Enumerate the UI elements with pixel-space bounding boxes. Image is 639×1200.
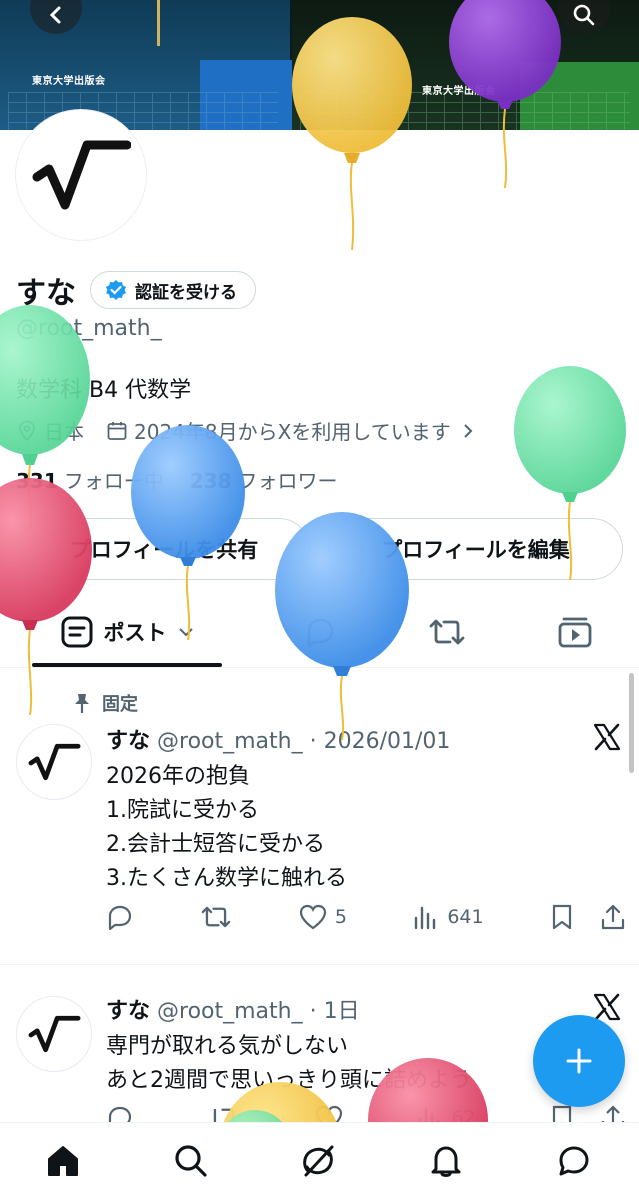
views-button[interactable]: 641 — [413, 904, 484, 930]
banner-decoration — [157, 0, 160, 46]
followers-label: フォロワー — [237, 469, 338, 493]
post-header: すな @root_math_ · 1日 — [106, 993, 360, 1025]
bell-icon — [431, 1146, 461, 1177]
heart-icon — [299, 904, 326, 930]
pinned-label: 固定 — [102, 694, 138, 715]
plus-icon — [566, 1048, 592, 1074]
calendar-icon — [107, 421, 127, 440]
reply-icon — [108, 905, 132, 931]
grok-icon — [303, 1145, 334, 1177]
repost-icon — [429, 619, 465, 645]
nav-messages[interactable] — [554, 1141, 594, 1181]
sqrt-logo-icon — [32, 140, 131, 210]
profile-meta: 日本 2024年8月からXを利用しています — [16, 416, 477, 445]
verified-badge-icon — [106, 280, 126, 300]
banner-publisher-right: 東京大学出版会 — [422, 86, 496, 97]
bottom-navigation — [0, 1122, 639, 1200]
reply-bubble-icon — [307, 618, 334, 648]
chevron-down-icon — [178, 628, 193, 637]
profile-handle: @root_math_ — [16, 316, 162, 341]
banner-publisher-left: 東京大学出版会 — [32, 76, 106, 87]
media-tab-icon — [558, 617, 592, 648]
get-verified-label: 認証を受ける — [135, 282, 237, 303]
sqrt-logo-icon — [28, 1015, 81, 1053]
tab-replies[interactable] — [285, 596, 355, 668]
profile-joined: 2024年8月からXを利用しています — [134, 420, 451, 444]
tab-posts-label: ポスト — [103, 621, 167, 645]
post-text-line: あと2週間で思いっきり頭に詰めよう — [106, 1068, 472, 1093]
profile-banner[interactable]: 東京大学出版会 東京大学出版会 — [0, 0, 639, 130]
share-icon[interactable] — [600, 903, 626, 931]
following-count: 331 — [16, 469, 58, 493]
posts-tab-icon — [61, 616, 92, 648]
scrollbar[interactable] — [629, 673, 634, 773]
post-text-line: 2.会計士短答に受かる — [106, 832, 325, 857]
repost-button[interactable] — [200, 903, 232, 931]
tab-media[interactable] — [540, 596, 610, 668]
views-count: 641 — [447, 906, 484, 928]
display-name: すな — [16, 276, 76, 311]
banner-grid-right — [300, 92, 630, 130]
profile-avatar[interactable] — [16, 110, 146, 240]
profile-tabs: ポスト — [0, 596, 639, 668]
share-profile-label: プロフィールを共有 — [69, 538, 259, 562]
post-author-name[interactable]: すな — [106, 999, 150, 1024]
tab-posts[interactable]: ポスト — [32, 596, 222, 668]
search-icon — [175, 1145, 207, 1177]
repost-icon — [202, 906, 231, 928]
share-profile-button[interactable]: プロフィールを共有 — [18, 518, 310, 580]
active-tab-indicator — [32, 663, 222, 667]
nav-notifications[interactable] — [426, 1141, 466, 1181]
nav-search[interactable] — [171, 1141, 211, 1181]
nav-grok[interactable] — [298, 1141, 338, 1181]
post-text-line: 3.たくさん数学に触れる — [106, 866, 347, 891]
back-arrow-icon — [49, 6, 61, 24]
post-text-line: 専門が取れる気がしない — [106, 1034, 349, 1059]
post-extra-actions — [550, 903, 626, 931]
like-button[interactable]: 5 — [299, 904, 347, 930]
profile-name-row: すな 認証を受ける — [16, 268, 256, 312]
search-icon — [573, 4, 595, 26]
pin-icon — [75, 694, 89, 713]
x-logo-icon[interactable] — [592, 722, 622, 752]
edit-profile-label: プロフィールを編集 — [381, 538, 570, 562]
profile-bio: 数学科 B4 代数学 — [16, 378, 192, 403]
followers-count: 238 — [189, 469, 232, 493]
like-count: 5 — [334, 906, 347, 928]
post-text-line: 2026年の抱負 — [106, 764, 250, 789]
home-icon — [48, 1146, 78, 1176]
post-header: すな @root_math_ · 2026/01/01 — [106, 723, 450, 755]
profile-location: 日本 — [44, 420, 84, 444]
reply-button[interactable] — [106, 903, 134, 931]
post-meta: @root_math_ · 1日 — [157, 999, 360, 1024]
pinned-indicator: 固定 — [72, 690, 138, 716]
post-meta: @root_math_ · 2026/01/01 — [157, 729, 451, 754]
message-icon — [559, 1146, 589, 1176]
tab-reposts[interactable] — [412, 596, 482, 668]
compose-post-button[interactable] — [533, 1015, 625, 1107]
post-author-name[interactable]: すな — [106, 729, 150, 754]
post-actions: 5 641 — [106, 903, 626, 931]
sqrt-logo-icon — [28, 743, 81, 781]
get-verified-button[interactable]: 認証を受ける — [90, 271, 256, 309]
post-avatar[interactable] — [16, 996, 92, 1072]
followers-link[interactable]: 238 フォロワー — [190, 465, 338, 494]
post-text-line: 1.院試に受かる — [106, 798, 259, 823]
nav-home[interactable] — [43, 1141, 83, 1181]
location-pin-icon — [19, 420, 35, 441]
chevron-right-icon[interactable] — [459, 422, 477, 440]
edit-profile-button[interactable]: プロフィールを編集 — [328, 518, 623, 580]
following-label: フォロー中 — [63, 469, 164, 493]
bookmark-icon[interactable] — [550, 903, 574, 931]
post-divider — [0, 964, 639, 965]
views-icon — [415, 906, 436, 930]
following-link[interactable]: 331 フォロー中 — [16, 465, 164, 494]
follow-stats: 331 フォロー中 238 フォロワー — [16, 465, 338, 494]
post-avatar[interactable] — [16, 724, 92, 800]
